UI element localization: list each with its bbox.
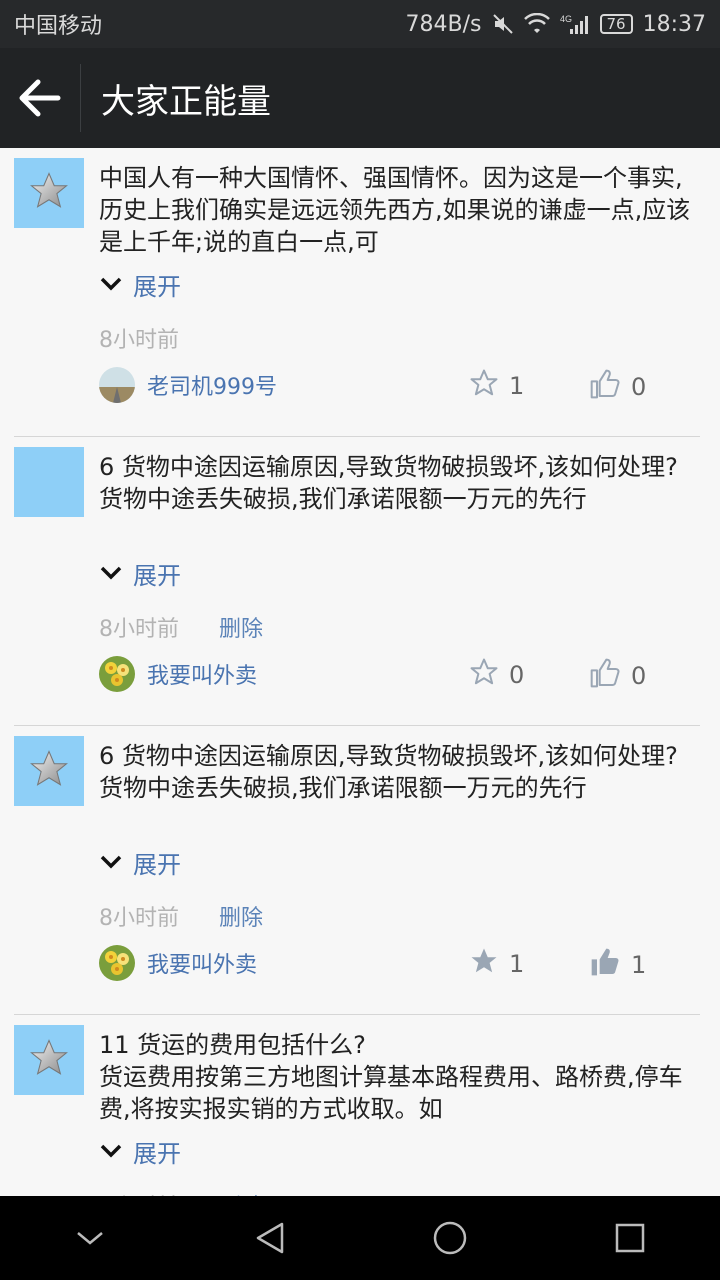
- circle-home-icon: [433, 1221, 467, 1255]
- nav-recents-button[interactable]: [590, 1196, 670, 1280]
- post-thumbnail[interactable]: [14, 1025, 84, 1095]
- thumbs-up-icon: [589, 368, 621, 406]
- expand-button[interactable]: 展开: [99, 268, 700, 301]
- delete-button[interactable]: 删除: [219, 611, 263, 642]
- post-text[interactable]: 6 货物中途因运输原因,导致货物破损毁坏,该如何处理? 货物中途丢失破损,我们承…: [99, 740, 700, 836]
- post-text[interactable]: 11 货运的费用包括什么? 货运费用按第三方地图计算基本路程费用、路桥费,停车费…: [99, 1029, 700, 1125]
- avatar[interactable]: [99, 367, 135, 403]
- nav-collapse-button[interactable]: [50, 1196, 130, 1280]
- like-button[interactable]: 0: [589, 657, 646, 695]
- post-item[interactable]: 6 货物中途因运输原因,导致货物破损毁坏,该如何处理? 货物中途丢失破损,我们承…: [14, 437, 700, 726]
- post-time: 8小时前: [99, 328, 179, 353]
- carrier-label: 中国移动: [14, 14, 103, 39]
- post-text[interactable]: 中国人有一种大国情怀、强国情怀。因为这是一个事实,历史上我们确实是远远领先西方,…: [99, 162, 700, 258]
- author-name[interactable]: 老司机999号: [147, 369, 277, 401]
- avatar[interactable]: [99, 945, 135, 981]
- chevron-down-icon: [100, 1144, 122, 1158]
- post-time: 8小时前: [99, 617, 179, 642]
- like-button[interactable]: 1: [589, 946, 646, 984]
- app-bar: 大家正能量: [0, 48, 720, 148]
- post-item[interactable]: 6 货物中途因运输原因,导致货物破损毁坏,该如何处理? 货物中途丢失破损,我们承…: [14, 726, 700, 1015]
- mute-icon: [492, 14, 513, 34]
- system-nav-bar: [0, 1196, 720, 1280]
- back-button[interactable]: [0, 48, 80, 148]
- chevron-down-icon: [100, 855, 122, 869]
- signal-icon: 4G: [560, 14, 588, 34]
- favorite-count: 1: [509, 372, 525, 400]
- expand-label: 展开: [133, 1139, 181, 1168]
- author-name[interactable]: 我要叫外卖: [147, 658, 257, 690]
- thumbs-up-icon: [589, 946, 621, 984]
- like-count: 1: [631, 951, 647, 979]
- post-thumbnail[interactable]: [14, 158, 84, 228]
- page-title: 大家正能量: [101, 81, 271, 122]
- post-thumbnail[interactable]: [14, 736, 84, 806]
- expand-label: 展开: [133, 561, 181, 590]
- avatar[interactable]: [99, 656, 135, 692]
- clock: 18:37: [642, 11, 706, 37]
- post-time: 8小时前: [99, 1189, 179, 1196]
- expand-button[interactable]: 展开: [99, 1135, 700, 1168]
- post-time: 8小时前: [99, 906, 179, 931]
- nav-back-button[interactable]: [230, 1196, 310, 1280]
- delete-button[interactable]: 删除: [219, 900, 263, 931]
- favorite-button[interactable]: 0: [469, 657, 524, 693]
- expand-button[interactable]: 展开: [99, 846, 700, 879]
- arrow-left-icon: [19, 79, 61, 117]
- like-count: 0: [631, 662, 647, 690]
- favorite-count: 1: [509, 950, 525, 978]
- author-name[interactable]: 我要叫外卖: [147, 947, 257, 979]
- favorite-count: 0: [509, 661, 525, 689]
- like-count: 0: [631, 373, 647, 401]
- delete-button[interactable]: 删除: [219, 1189, 263, 1196]
- expand-button[interactable]: 展开: [99, 557, 700, 590]
- post-item[interactable]: 11 货运的费用包括什么? 货运费用按第三方地图计算基本路程费用、路桥费,停车费…: [14, 1015, 700, 1196]
- star-badge-icon: [28, 748, 70, 794]
- nav-home-button[interactable]: [410, 1196, 490, 1280]
- thumbs-up-icon: [589, 657, 621, 695]
- post-thumbnail[interactable]: [14, 447, 84, 517]
- star-icon: [469, 946, 499, 982]
- star-badge-icon: [28, 1037, 70, 1083]
- chevron-down-icon: [100, 277, 122, 291]
- chevron-down-icon: [100, 566, 122, 580]
- favorite-button[interactable]: 1: [469, 368, 524, 404]
- star-icon: [469, 368, 499, 404]
- post-feed[interactable]: 中国人有一种大国情怀、强国情怀。因为这是一个事实,历史上我们确实是远远领先西方,…: [0, 148, 720, 1196]
- battery-indicator: 76: [599, 14, 633, 34]
- triangle-back-icon: [256, 1222, 284, 1254]
- expand-label: 展开: [133, 272, 181, 301]
- like-button[interactable]: 0: [589, 368, 646, 406]
- star-icon: [469, 657, 499, 693]
- favorite-button[interactable]: 1: [469, 946, 524, 982]
- status-bar: 中国移动 784B/s 4G 76 18:37: [0, 0, 720, 48]
- network-speed: 784B/s: [405, 11, 482, 37]
- star-badge-icon: [28, 170, 70, 216]
- post-item[interactable]: 中国人有一种大国情怀、强国情怀。因为这是一个事实,历史上我们确实是远远领先西方,…: [14, 148, 700, 437]
- square-recents-icon: [615, 1223, 645, 1253]
- post-text[interactable]: 6 货物中途因运输原因,导致货物破损毁坏,该如何处理? 货物中途丢失破损,我们承…: [99, 451, 700, 547]
- svg-text:4G: 4G: [560, 14, 572, 24]
- wifi-icon: [523, 13, 550, 33]
- appbar-divider: [80, 64, 81, 132]
- chevron-down-icon: [77, 1232, 103, 1245]
- status-icons: 784B/s 4G 76 18:37: [406, 12, 706, 37]
- expand-label: 展开: [133, 850, 181, 879]
